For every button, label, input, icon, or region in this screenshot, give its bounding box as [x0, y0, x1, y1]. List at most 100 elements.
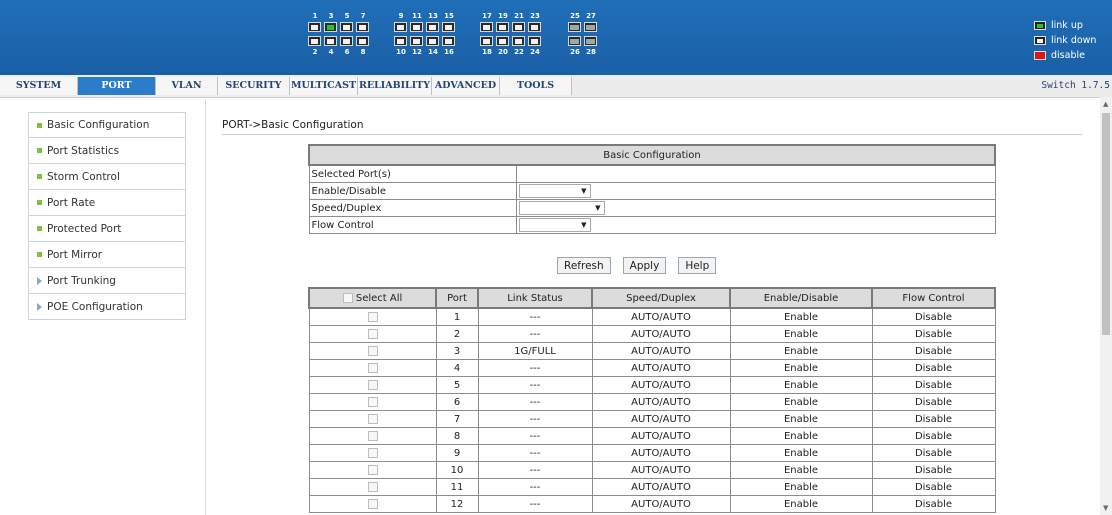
- row-checkbox[interactable]: [367, 481, 378, 492]
- port-7-icon[interactable]: [356, 22, 369, 32]
- enable-disable-select[interactable]: [518, 184, 591, 198]
- tab-port[interactable]: PORT: [78, 77, 156, 95]
- port-28-icon[interactable]: [584, 36, 597, 46]
- table-row[interactable]: 1 --- AUTO/AUTO Enable Disable: [308, 307, 996, 326]
- row-checkbox[interactable]: [367, 464, 378, 475]
- port-number-label: 16: [444, 48, 454, 56]
- port-number-label: 28: [586, 48, 596, 56]
- sidebar-item-port-trunking[interactable]: Port Trunking: [28, 268, 186, 294]
- port-17-icon[interactable]: [480, 22, 493, 32]
- select-all-header[interactable]: Select All: [308, 287, 437, 309]
- port-23-icon[interactable]: [528, 22, 541, 32]
- port-16-icon[interactable]: [442, 36, 455, 46]
- table-row[interactable]: 7 --- AUTO/AUTO Enable Disable: [308, 410, 996, 428]
- port-15-icon[interactable]: [442, 22, 455, 32]
- port-25-icon[interactable]: [568, 22, 581, 32]
- scrollbar-thumb[interactable]: [1102, 113, 1110, 335]
- port-26-icon[interactable]: [568, 36, 581, 46]
- row-checkbox[interactable]: [367, 396, 378, 407]
- port-legend: link up link down disable: [1034, 18, 1112, 63]
- port-18-icon[interactable]: [480, 36, 493, 46]
- tab-vlan[interactable]: VLAN: [156, 77, 218, 95]
- scroll-up-icon[interactable]: ▲: [1103, 100, 1108, 108]
- table-row[interactable]: 12 --- AUTO/AUTO Enable Disable: [308, 495, 996, 513]
- sidebar-item-storm-control[interactable]: Storm Control: [28, 164, 186, 190]
- port-number-label: 26: [570, 48, 580, 56]
- enable-disable-header: Enable/Disable: [729, 287, 873, 309]
- sidebar-item-port-rate[interactable]: Port Rate: [28, 190, 186, 216]
- port-27-icon[interactable]: [584, 22, 597, 32]
- port-21-icon[interactable]: [512, 22, 525, 32]
- table-row[interactable]: 8 --- AUTO/AUTO Enable Disable: [308, 427, 996, 445]
- port-2-icon[interactable]: [308, 36, 321, 46]
- row-checkbox[interactable]: [367, 413, 378, 424]
- table-row[interactable]: 3 1G/FULL AUTO/AUTO Enable Disable: [308, 342, 996, 360]
- port-3-icon[interactable]: [324, 22, 337, 32]
- enable-disable-cell: [515, 182, 996, 200]
- refresh-button[interactable]: Refresh: [557, 257, 611, 274]
- row-checkbox[interactable]: [367, 345, 378, 356]
- table-row[interactable]: 4 --- AUTO/AUTO Enable Disable: [308, 359, 996, 377]
- table-row[interactable]: 6 --- AUTO/AUTO Enable Disable: [308, 393, 996, 411]
- speed-duplex-cell: [515, 199, 996, 217]
- port-19-icon[interactable]: [496, 22, 509, 32]
- table-row[interactable]: 10 --- AUTO/AUTO Enable Disable: [308, 461, 996, 479]
- sidebar-item-protected-port[interactable]: Protected Port: [28, 216, 186, 242]
- tab-system[interactable]: SYSTEM: [0, 77, 78, 95]
- select-all-label: Select All: [355, 292, 403, 304]
- tab-advanced[interactable]: ADVANCED: [432, 77, 500, 95]
- port-12-icon[interactable]: [410, 36, 423, 46]
- port-number-label: 22: [514, 48, 524, 56]
- tab-reliability[interactable]: RELIABILITY: [358, 77, 432, 95]
- row-checkbox[interactable]: [367, 447, 378, 458]
- sidebar-item-port-mirror[interactable]: Port Mirror: [28, 242, 186, 268]
- legend-link-up: link up: [1034, 18, 1112, 32]
- select-all-checkbox[interactable]: [342, 292, 353, 303]
- port-22-icon[interactable]: [512, 36, 525, 46]
- row-checkbox[interactable]: [367, 430, 378, 441]
- row-checkbox[interactable]: [367, 311, 378, 322]
- row-checkbox[interactable]: [367, 498, 378, 509]
- table-row[interactable]: 5 --- AUTO/AUTO Enable Disable: [308, 376, 996, 394]
- sidebar-item-port-statistics[interactable]: Port Statistics: [28, 138, 186, 164]
- apply-button[interactable]: Apply: [622, 257, 667, 274]
- row-checkbox[interactable]: [367, 362, 378, 373]
- help-button[interactable]: Help: [678, 257, 717, 274]
- table-row[interactable]: 9 --- AUTO/AUTO Enable Disable: [308, 444, 996, 462]
- port-6-icon[interactable]: [340, 36, 353, 46]
- row-select-cell: [308, 495, 437, 513]
- speed-duplex-cell: AUTO/AUTO: [591, 444, 731, 462]
- port-24-icon[interactable]: [528, 36, 541, 46]
- port-number-label: 3: [328, 12, 334, 20]
- row-checkbox[interactable]: [367, 379, 378, 390]
- port-9-icon[interactable]: [394, 22, 407, 32]
- sidebar-item-label: Port Mirror: [47, 248, 103, 261]
- port-14-icon[interactable]: [426, 36, 439, 46]
- legend-link-down: link down: [1034, 33, 1112, 47]
- speed-duplex-select[interactable]: [518, 201, 605, 215]
- port-13-icon[interactable]: [426, 22, 439, 32]
- sidebar-item-poe-configuration[interactable]: POE Configuration: [28, 294, 186, 320]
- table-row[interactable]: 11 --- AUTO/AUTO Enable Disable: [308, 478, 996, 496]
- row-select-cell: [308, 444, 437, 462]
- port-number-label: 18: [482, 48, 492, 56]
- flow-control-select[interactable]: [518, 218, 591, 232]
- port-4-icon[interactable]: [324, 36, 337, 46]
- tab-security[interactable]: SECURITY: [218, 77, 290, 95]
- port-20-icon[interactable]: [496, 36, 509, 46]
- tab-tools[interactable]: TOOLS: [500, 77, 572, 95]
- enable-disable-cell: Enable: [729, 427, 873, 445]
- sidebar-item-basic-configuration[interactable]: Basic Configuration: [28, 112, 186, 138]
- port-5-icon[interactable]: [340, 22, 353, 32]
- scroll-down-icon[interactable]: ▼: [1103, 504, 1108, 512]
- tab-multicast[interactable]: MULTICAST: [290, 77, 358, 95]
- port-10-icon[interactable]: [394, 36, 407, 46]
- port-8-icon[interactable]: [356, 36, 369, 46]
- row-checkbox[interactable]: [367, 328, 378, 339]
- enable-disable-cell: Enable: [729, 342, 873, 360]
- port-panel: 1 2 3 4 5 6 7 8 9 10 11 12 13 14 15 16 17 18 19 20 21 22 23 24 2…: [308, 12, 638, 72]
- port-1-icon[interactable]: [308, 22, 321, 32]
- table-row[interactable]: 2 --- AUTO/AUTO Enable Disable: [308, 325, 996, 343]
- port-11-icon[interactable]: [410, 22, 423, 32]
- row-select-cell: [308, 376, 437, 394]
